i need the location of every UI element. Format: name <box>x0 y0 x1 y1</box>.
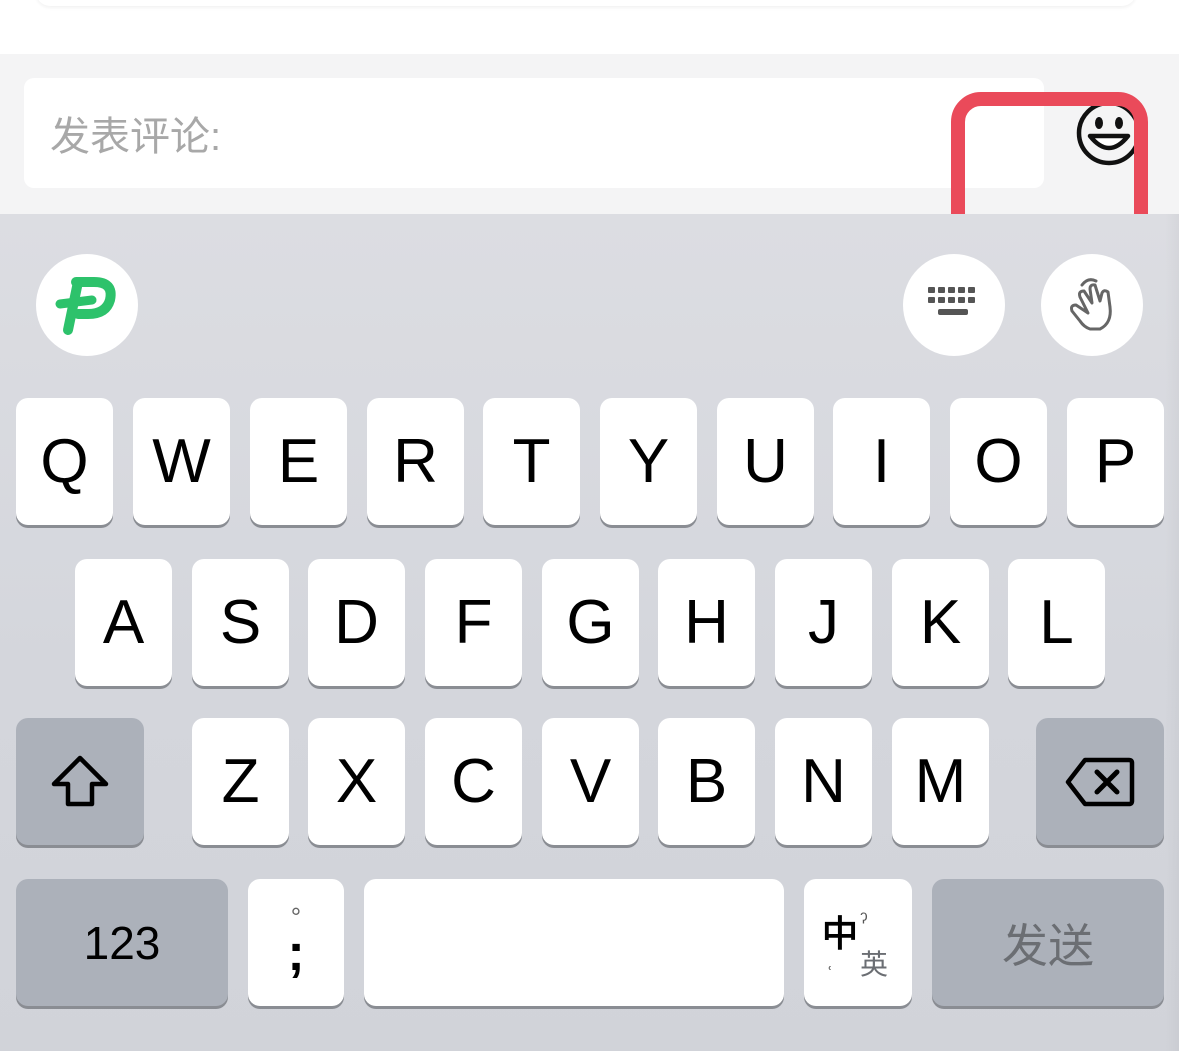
numbers-key-label: 123 <box>83 916 161 969</box>
language-switch-glyph: 中 ˀ ˓ 英 <box>818 903 898 983</box>
lang-main-label: 中 <box>822 912 859 954</box>
backspace-icon <box>1065 757 1135 806</box>
key-label: X <box>335 747 378 816</box>
key-label: K <box>919 588 962 657</box>
key-label: F <box>454 588 493 657</box>
gesture-button[interactable] <box>1041 254 1143 356</box>
key-label: T <box>512 427 551 496</box>
keyboard-switch-button[interactable] <box>903 254 1005 356</box>
hand-swipe-icon <box>1070 278 1112 331</box>
key-q[interactable]: Q <box>16 398 113 525</box>
key-label: P <box>1094 427 1137 496</box>
key-a[interactable]: A <box>75 559 172 686</box>
key-b[interactable]: B <box>658 718 755 845</box>
key-m[interactable]: M <box>892 718 989 845</box>
keyboard-icon <box>928 287 975 315</box>
key-u[interactable]: U <box>717 398 814 525</box>
delete-key[interactable] <box>1036 718 1164 845</box>
key-h[interactable]: H <box>658 559 755 686</box>
key-label: R <box>393 427 438 496</box>
comment-input[interactable]: 发表评论: <box>24 78 1044 188</box>
key-o[interactable]: O <box>950 398 1047 525</box>
key-k[interactable]: K <box>892 559 989 686</box>
key-i[interactable]: I <box>833 398 930 525</box>
key-j[interactable]: J <box>775 559 872 686</box>
key-g[interactable]: G <box>542 559 639 686</box>
key-t[interactable]: T <box>483 398 580 525</box>
key-label: G <box>566 588 615 657</box>
comment-bar: 发表评论: <box>0 54 1179 246</box>
key-label: S <box>219 588 262 657</box>
content-card-bottom-edge <box>36 0 1136 6</box>
shift-arrow-icon <box>51 755 109 806</box>
key-label: V <box>569 747 612 816</box>
key-n[interactable]: N <box>775 718 872 845</box>
shift-key[interactable] <box>16 718 144 845</box>
send-key-label: 发送 <box>1002 919 1094 972</box>
key-label: Q <box>40 427 89 496</box>
space-key[interactable] <box>364 879 784 1006</box>
key-label: Z <box>221 747 260 816</box>
key-e[interactable]: E <box>250 398 347 525</box>
key-label: Y <box>627 427 670 496</box>
green-p-logo-icon <box>55 277 116 335</box>
key-label: I <box>872 427 891 496</box>
key-p[interactable]: P <box>1067 398 1164 525</box>
key-label: U <box>743 427 788 496</box>
key-label: M <box>914 747 967 816</box>
page-background-top <box>0 0 1179 54</box>
key-w[interactable]: W <box>133 398 230 525</box>
punct-bottom-label: ; <box>287 923 305 982</box>
key-y[interactable]: Y <box>600 398 697 525</box>
key-s[interactable]: S <box>192 559 289 686</box>
key-r[interactable]: R <box>367 398 464 525</box>
key-label: J <box>808 588 839 657</box>
key-label: N <box>801 747 846 816</box>
key-d[interactable]: D <box>308 559 405 686</box>
key-x[interactable]: X <box>308 718 405 845</box>
brand-logo-button[interactable] <box>36 254 138 356</box>
numbers-key[interactable]: 123 <box>16 879 228 1006</box>
key-label: C <box>451 747 496 816</box>
key-v[interactable]: V <box>542 718 639 845</box>
key-label: O <box>974 427 1023 496</box>
key-label: A <box>102 588 145 657</box>
key-label: D <box>334 588 379 657</box>
keyboard: Q W E R T Y U I O P A S D F G H J K L Z … <box>0 214 1179 1051</box>
send-key[interactable]: 发送 <box>932 879 1164 1006</box>
punctuation-key[interactable]: ° ; <box>248 879 344 1006</box>
emoji-button[interactable] <box>1068 88 1158 178</box>
smiley-face-icon <box>1076 100 1142 166</box>
right-edge-shade <box>1165 214 1179 1051</box>
lang-arrow-bottom: ˓ <box>826 950 834 976</box>
key-f[interactable]: F <box>425 559 522 686</box>
key-label: B <box>685 747 728 816</box>
language-switch-key[interactable]: 中 ˀ ˓ 英 <box>804 879 912 1006</box>
key-z[interactable]: Z <box>192 718 289 845</box>
comment-placeholder: 发表评论: <box>50 115 222 159</box>
key-label: H <box>684 588 729 657</box>
lang-arrow-top: ˀ <box>860 908 868 934</box>
key-label: L <box>1039 588 1074 657</box>
lang-sub-label: 英 <box>860 948 889 980</box>
key-c[interactable]: C <box>425 718 522 845</box>
key-label: E <box>277 427 320 496</box>
key-l[interactable]: L <box>1008 559 1105 686</box>
key-label: W <box>152 427 211 496</box>
